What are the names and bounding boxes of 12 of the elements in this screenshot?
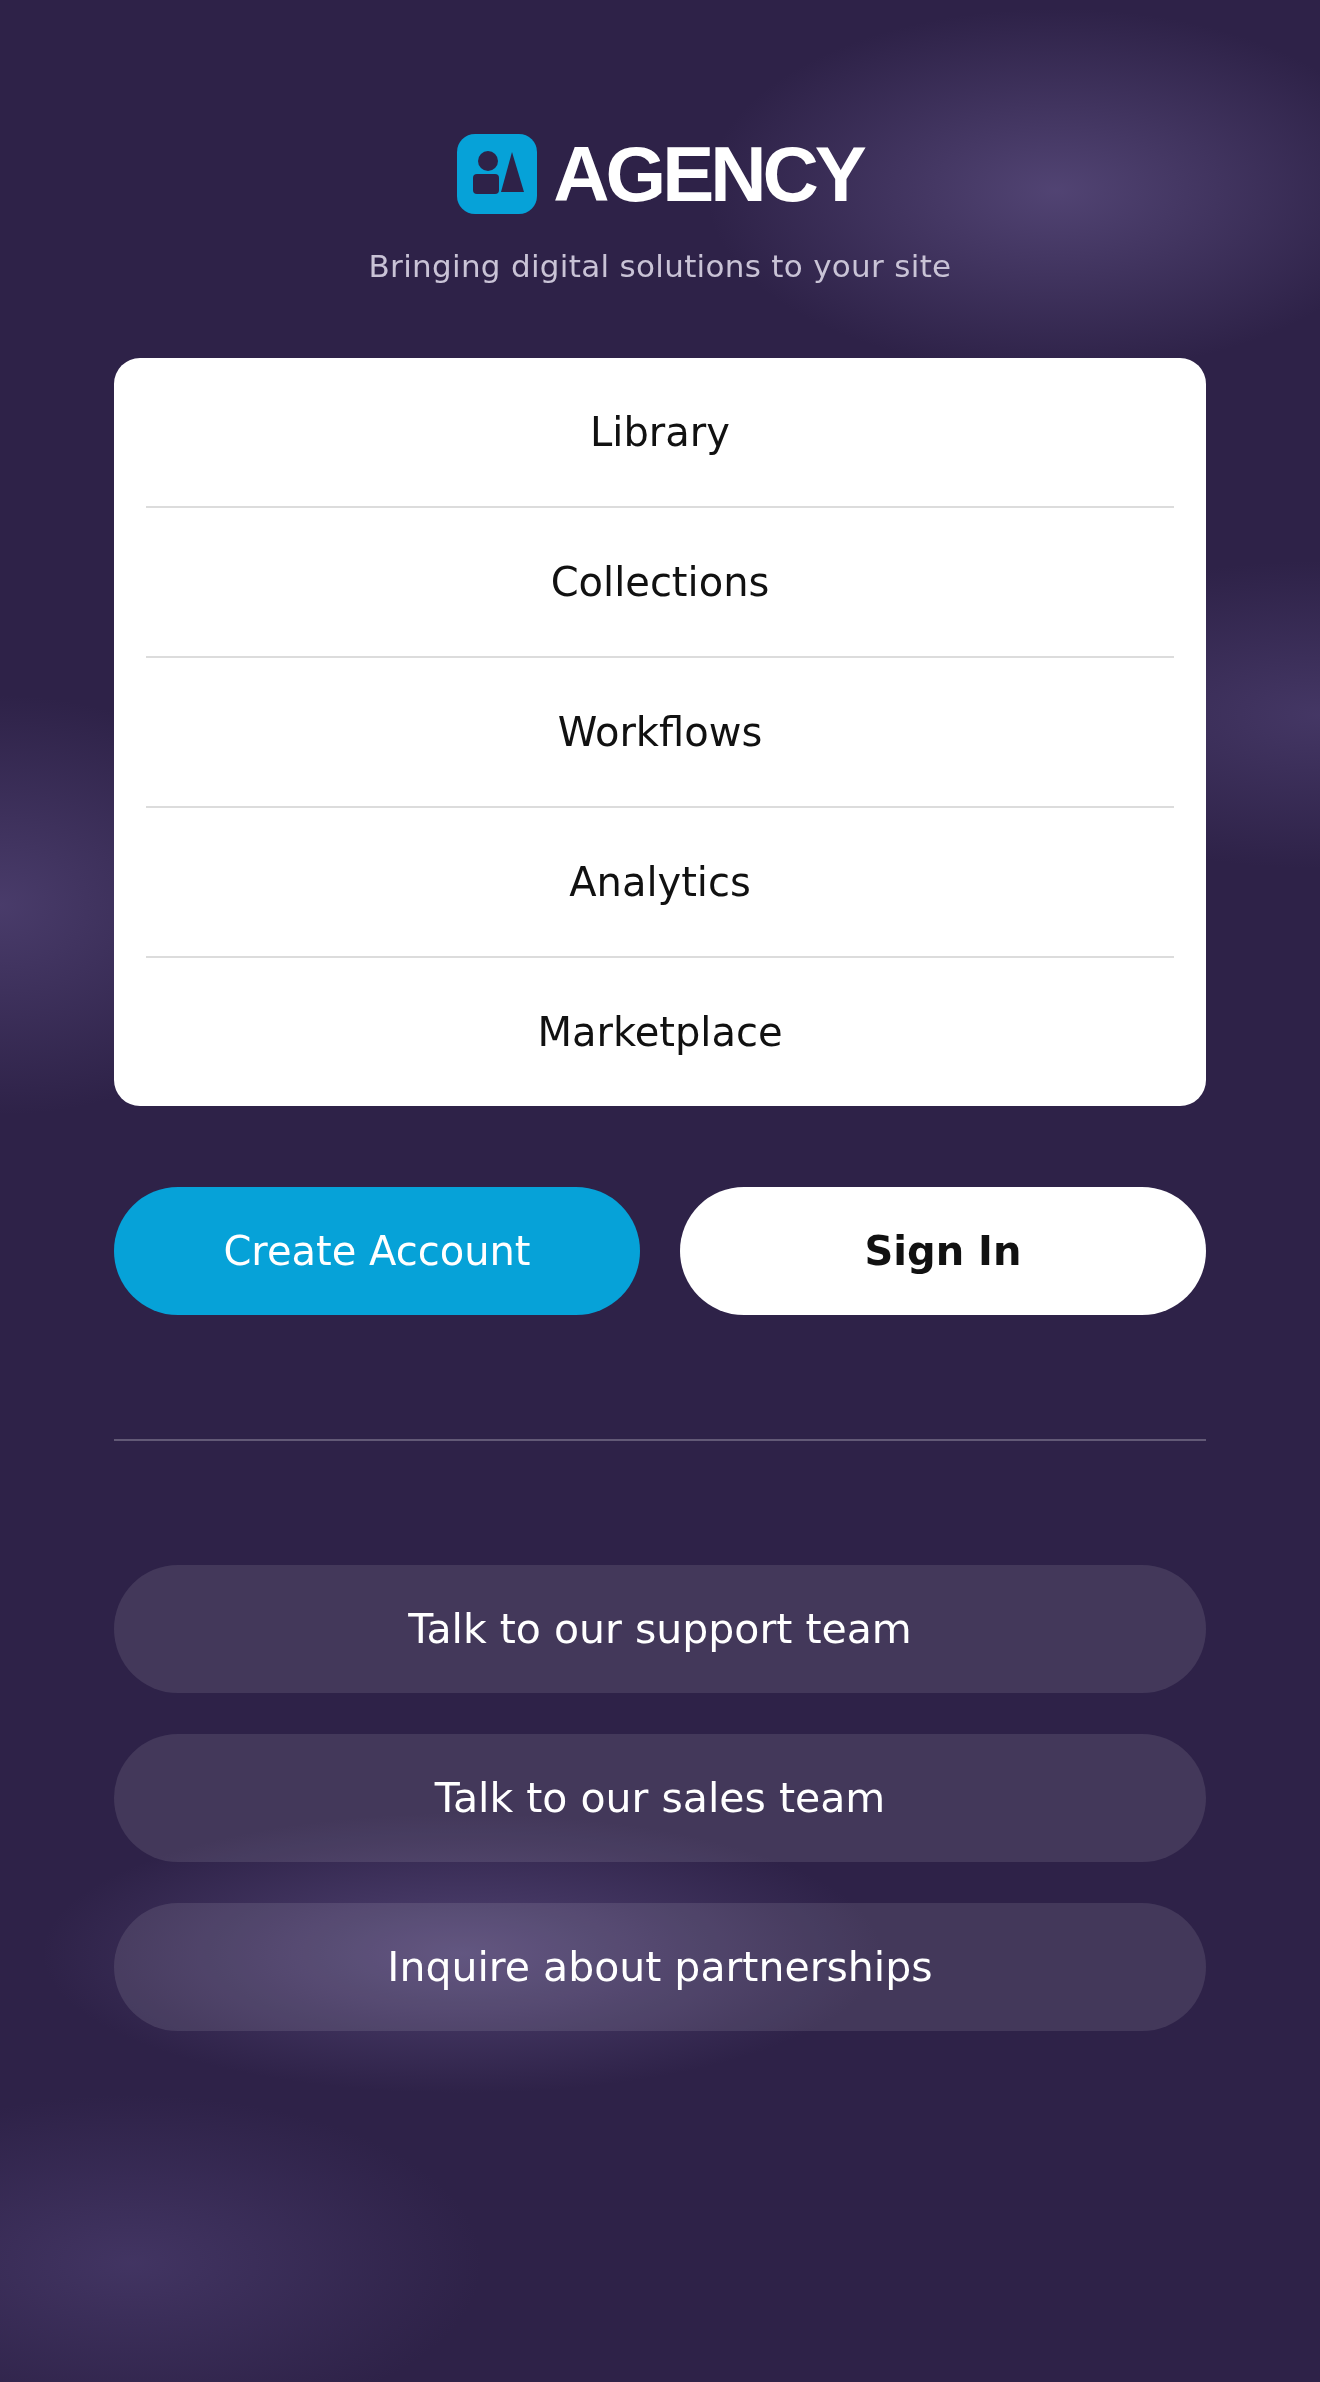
contact-button[interactable]: Talk to our sales team xyxy=(114,1734,1206,1862)
sign-in-button[interactable]: Sign In xyxy=(680,1187,1206,1315)
menu-item[interactable]: Collections xyxy=(550,559,770,605)
menu-item[interactable]: Library xyxy=(590,409,730,455)
logo-icon xyxy=(457,134,538,214)
menu-item[interactable]: Workflows xyxy=(557,709,763,755)
menu-item[interactable]: Marketplace xyxy=(537,1009,783,1055)
contact-button[interactable]: Inquire about partnerships xyxy=(114,1903,1206,2031)
menu-item[interactable]: Analytics xyxy=(569,859,751,905)
brand-name: AGENCY xyxy=(553,135,863,213)
tagline: Bringing digital solutions to your site xyxy=(368,248,952,284)
contact-button[interactable]: Talk to our support team xyxy=(114,1565,1206,1693)
